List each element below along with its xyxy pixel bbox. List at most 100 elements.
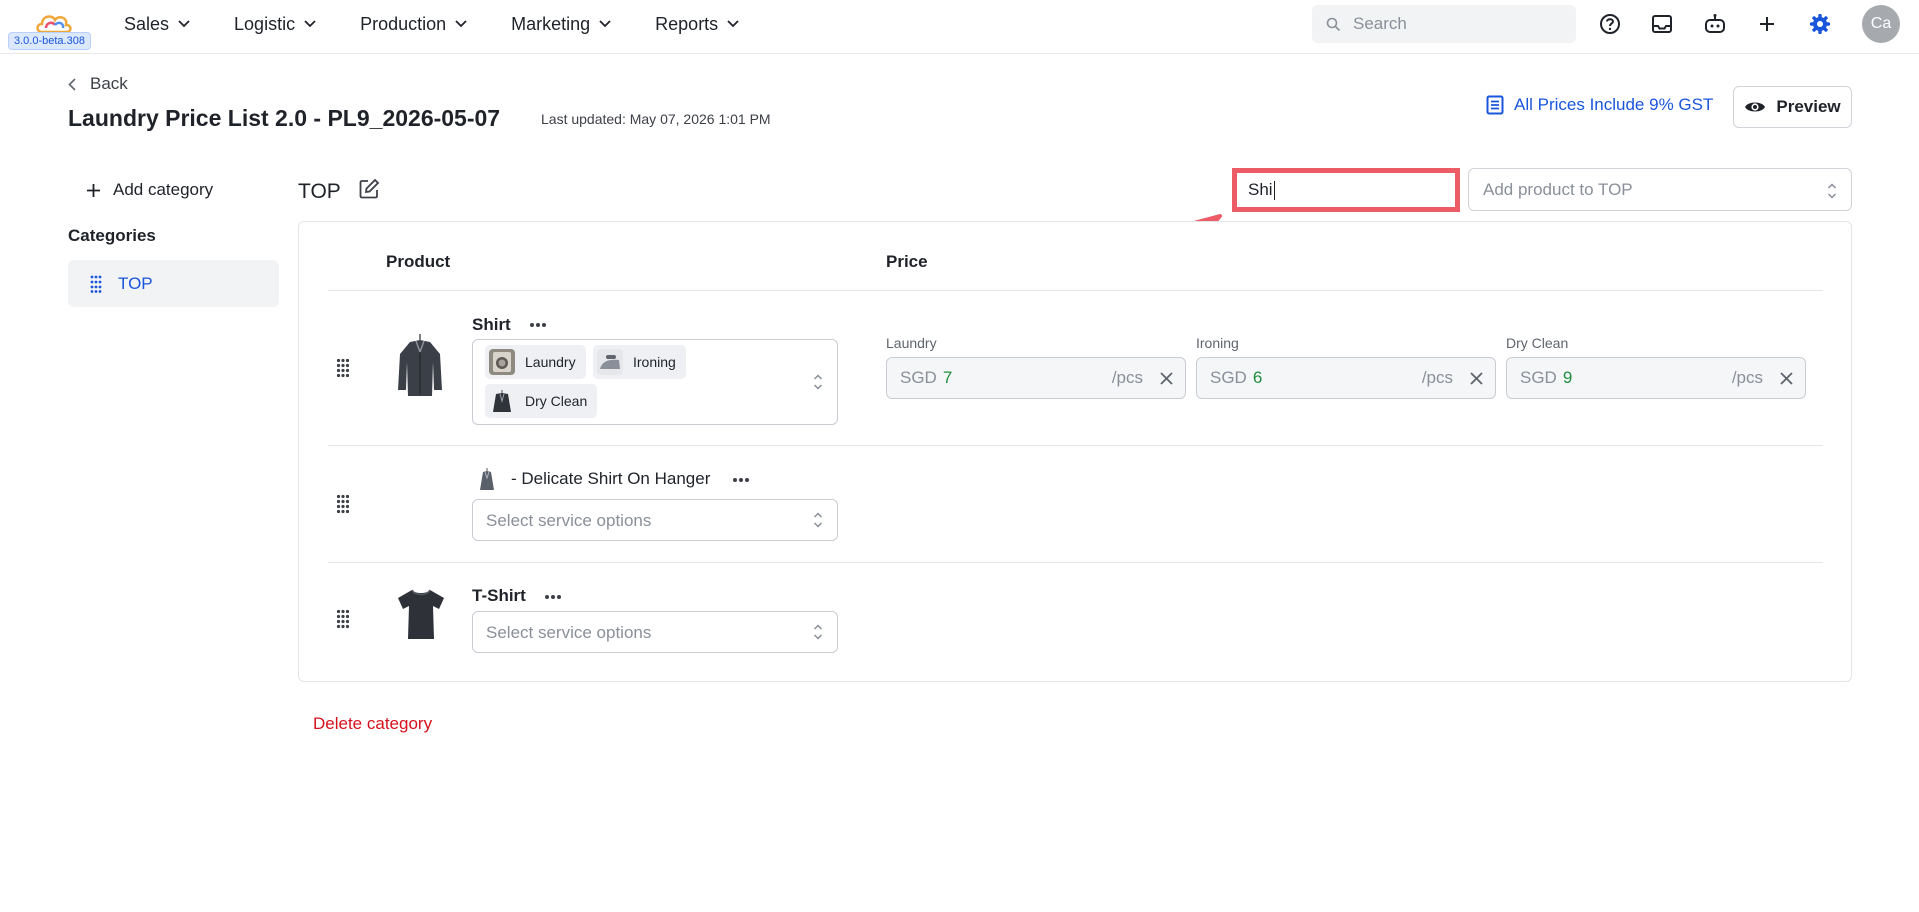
nav-logistic-label: Logistic <box>234 13 296 34</box>
back-label: Back <box>90 74 128 93</box>
currency-label: SGD <box>1210 368 1247 387</box>
add-product-select[interactable]: Add product to TOP <box>1468 168 1852 211</box>
plus-icon[interactable] <box>1752 9 1782 39</box>
help-icon[interactable] <box>1595 9 1625 39</box>
delete-category-button[interactable]: Delete category <box>313 714 432 734</box>
nav-sales[interactable]: Sales <box>124 14 190 35</box>
hanger-shirt-icon <box>480 468 494 490</box>
updown-chevron-icon <box>813 624 823 640</box>
preview-button[interactable]: Preview <box>1733 86 1852 128</box>
more-options-icon[interactable] <box>544 594 562 600</box>
price-input-laundry[interactable]: SGD 7 /pcs <box>886 357 1186 399</box>
service-options-select[interactable]: Laundry Ironing Dry Clean <box>472 339 838 425</box>
add-category-button[interactable]: Add category <box>86 180 213 200</box>
page-title: Laundry Price List 2.0 - PL9_2026-05-07 <box>68 105 501 131</box>
service-options-select[interactable]: Select service options <box>472 499 838 541</box>
more-options-icon[interactable] <box>529 322 547 328</box>
preview-label: Preview <box>1776 97 1841 116</box>
nav-logistic[interactable]: Logistic <box>234 14 316 35</box>
service-placeholder: Select service options <box>486 511 652 530</box>
product-name: T-Shirt <box>472 586 526 605</box>
drag-handle-icon[interactable] <box>336 609 350 629</box>
service-chip-laundry[interactable]: Laundry <box>485 345 586 379</box>
last-updated-text: Last updated: May 07, 2026 1:01 PM <box>541 111 771 127</box>
drag-handle-icon <box>90 275 102 293</box>
service-chip-ironing[interactable]: Ironing <box>593 345 686 379</box>
unit-label: /pcs <box>1111 368 1143 387</box>
unit-label: /pcs <box>1421 368 1453 387</box>
price-value: 6 <box>1252 368 1263 387</box>
drag-handle-icon[interactable] <box>336 494 350 514</box>
chevron-left-icon <box>68 77 76 91</box>
divider <box>328 445 1823 446</box>
edit-icon[interactable] <box>358 178 380 205</box>
gst-info-link[interactable]: All Prices Include 9% GST <box>1486 95 1713 115</box>
chip-label: Ironing <box>633 354 676 370</box>
nav-sales-label: Sales <box>124 13 170 34</box>
product-table: Product Price Shirt Laundry Ironing Dry … <box>298 221 1852 682</box>
nav-reports-label: Reports <box>655 13 719 34</box>
nav-reports[interactable]: Reports <box>655 14 739 35</box>
nav-marketing[interactable]: Marketing <box>511 14 611 35</box>
back-link[interactable]: Back <box>68 74 128 94</box>
suit-hanger-icon <box>489 388 515 414</box>
column-header-price: Price <box>886 252 928 271</box>
product-filter-input[interactable]: Shi <box>1232 168 1460 212</box>
category-title: TOP <box>298 180 341 203</box>
sidebar-item-label: TOP <box>118 273 153 293</box>
price-value: 9 <box>1562 368 1573 387</box>
text-caret <box>1273 180 1275 200</box>
robot-icon[interactable] <box>1700 9 1730 39</box>
global-search[interactable]: Search <box>1312 5 1576 43</box>
product-name: - Delicate Shirt On Hanger <box>511 469 711 488</box>
nav-production[interactable]: Production <box>360 14 467 35</box>
unit-label: /pcs <box>1731 368 1763 387</box>
chevron-down-icon <box>599 20 611 28</box>
chevron-down-icon <box>178 20 190 28</box>
eye-icon <box>1745 102 1766 112</box>
drag-handle-icon[interactable] <box>336 358 350 378</box>
app-logo[interactable]: 3.0.0-beta.308 <box>8 8 98 50</box>
plus-icon <box>87 183 100 197</box>
chip-label: Dry Clean <box>525 393 588 409</box>
more-options-icon[interactable] <box>732 477 750 483</box>
add-category-label: Add category <box>113 180 214 199</box>
column-header-product: Product <box>386 252 451 271</box>
close-icon[interactable] <box>1469 371 1484 386</box>
close-icon[interactable] <box>1159 371 1174 386</box>
search-icon <box>1326 17 1341 31</box>
chevron-down-icon <box>304 20 316 28</box>
service-chip-dry-clean[interactable]: Dry Clean <box>485 384 598 418</box>
user-avatar[interactable]: Ca <box>1862 5 1900 43</box>
inbox-icon[interactable] <box>1647 9 1677 39</box>
version-badge: 3.0.0-beta.308 <box>8 32 91 50</box>
chip-label: Laundry <box>525 354 576 370</box>
main-nav: Sales Logistic Production Marketing Repo… <box>124 0 783 48</box>
price-input-dry-clean[interactable]: SGD 9 /pcs <box>1506 357 1806 399</box>
divider <box>328 290 1823 291</box>
add-product-placeholder: Add product to TOP <box>1483 179 1633 199</box>
nav-production-label: Production <box>360 13 447 34</box>
top-navigation-bar: 3.0.0-beta.308 Sales Logistic Production… <box>0 0 1919 54</box>
gear-icon[interactable] <box>1805 9 1835 39</box>
chevron-down-icon <box>727 20 739 28</box>
sidebar-item-top[interactable]: TOP <box>68 260 279 307</box>
service-options-select[interactable]: Select service options <box>472 611 838 653</box>
nav-marketing-label: Marketing <box>511 13 591 34</box>
price-input-ironing[interactable]: SGD 6 /pcs <box>1196 357 1496 399</box>
close-icon[interactable] <box>1779 371 1794 386</box>
washing-machine-icon <box>489 349 515 375</box>
shirt-jacket-icon <box>398 334 442 396</box>
product-name: Shirt <box>472 315 511 334</box>
tshirt-icon <box>398 589 444 639</box>
price-label-ironing: Ironing <box>1196 335 1239 351</box>
updown-chevron-icon <box>813 512 823 528</box>
price-label-dry-clean: Dry Clean <box>1506 335 1569 351</box>
updown-chevron-icon <box>1827 183 1837 199</box>
service-placeholder: Select service options <box>486 623 652 642</box>
price-value: 7 <box>942 368 953 387</box>
updown-chevron-icon <box>813 374 823 390</box>
currency-label: SGD <box>1520 368 1557 387</box>
price-label-laundry: Laundry <box>886 335 937 351</box>
gst-label: All Prices Include 9% GST <box>1514 95 1714 114</box>
